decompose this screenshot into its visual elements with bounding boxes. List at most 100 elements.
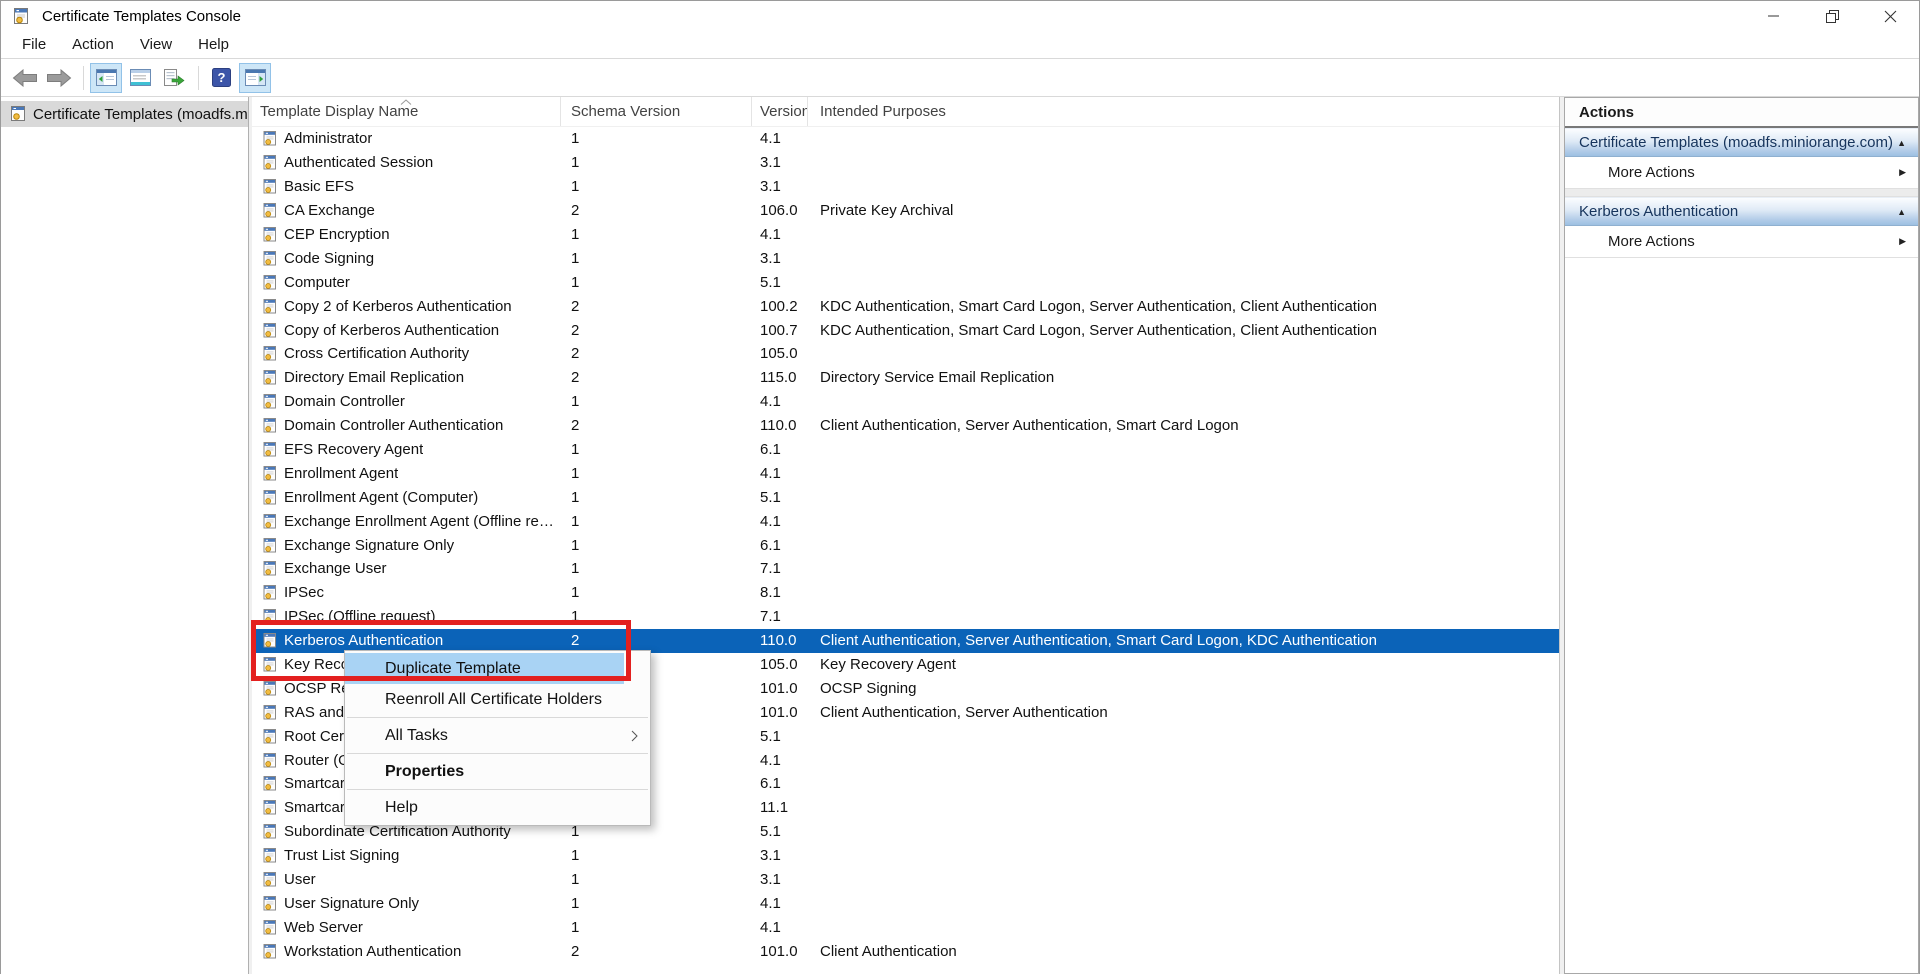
table-row[interactable]: CA Exchange 2 106.0 Private Key Archival (252, 199, 1559, 223)
table-row[interactable]: Exchange User 1 7.1 (252, 557, 1559, 581)
certificate-template-icon (262, 514, 277, 529)
table-row[interactable]: Web Server 1 4.1 (252, 915, 1559, 939)
menu-item-duplicate-template[interactable]: Duplicate Template (345, 653, 624, 684)
table-row[interactable]: Administrator 1 4.1 (252, 127, 1559, 151)
certificate-template-icon (262, 824, 277, 839)
sort-ascending-icon (400, 99, 412, 105)
table-row[interactable]: Exchange Enrollment Agent (Offline reque… (252, 509, 1559, 533)
table-row[interactable]: Workstation Authentication 2 101.0 Clien… (252, 939, 1559, 963)
certificate-templates-node-icon (10, 106, 26, 122)
show-action-pane-button[interactable] (239, 63, 271, 93)
table-row[interactable]: Code Signing 1 3.1 (252, 246, 1559, 270)
certificate-template-icon (262, 944, 277, 959)
window-controls (1745, 1, 1919, 31)
table-row[interactable]: User Signature Only 1 4.1 (252, 892, 1559, 916)
certificate-template-icon (262, 561, 277, 576)
tree-item-label: Certificate Templates (moadfs.mi (33, 106, 248, 123)
tree-item-certificate-templates[interactable]: Certificate Templates (moadfs.mi (1, 101, 248, 127)
properties-button[interactable] (124, 63, 156, 93)
actions-section-certificate-templates[interactable]: Certificate Templates (moadfs.miniorange… (1565, 128, 1918, 157)
certificate-template-icon (262, 776, 277, 791)
table-row[interactable]: Domain Controller Authentication 2 110.0… (252, 414, 1559, 438)
minimize-button[interactable] (1745, 1, 1803, 31)
certificate-template-icon (262, 585, 277, 600)
export-list-button[interactable] (158, 63, 190, 93)
title-bar: Certificate Templates Console (1, 1, 1919, 31)
forward-button[interactable] (43, 63, 75, 93)
table-row[interactable]: Directory Email Replication 2 115.0 Dire… (252, 366, 1559, 390)
table-row[interactable]: Basic EFS 1 3.1 (252, 175, 1559, 199)
column-header-intended-purposes[interactable]: Intended Purposes (808, 97, 1559, 126)
template-list: Administrator 1 4.1 Authenticated Sessio… (252, 127, 1559, 963)
collapse-arrow-icon[interactable]: ▲ (1897, 207, 1906, 217)
table-row[interactable]: Domain Controller 1 4.1 (252, 390, 1559, 414)
table-row[interactable]: Trust List Signing 1 3.1 (252, 844, 1559, 868)
content-area: Certificate Templates (moadfs.mi Templat… (1, 97, 1919, 974)
toolbar-separator (198, 66, 199, 90)
toolbar: ? (1, 59, 1919, 97)
more-actions-certificate-templates[interactable]: More Actions ▶ (1565, 157, 1918, 189)
back-arrow-icon (12, 69, 38, 87)
certificate-template-icon (262, 251, 277, 266)
table-row[interactable]: Authenticated Session 1 3.1 (252, 151, 1559, 175)
certificate-template-icon (262, 896, 277, 911)
menu-file[interactable]: File (9, 32, 59, 57)
submenu-arrow-icon: ▶ (1899, 167, 1906, 178)
table-row[interactable]: Enrollment Agent 1 4.1 (252, 461, 1559, 485)
certificate-template-icon (262, 442, 277, 457)
menu-view[interactable]: View (127, 32, 185, 57)
more-actions-kerberos-authentication[interactable]: More Actions ▶ (1565, 226, 1918, 258)
table-row[interactable]: CEP Encryption 1 4.1 (252, 223, 1559, 247)
certificate-template-icon (262, 681, 277, 696)
menu-separator (347, 717, 648, 718)
table-row[interactable]: Computer 1 5.1 (252, 270, 1559, 294)
certificate-template-icon (262, 705, 277, 720)
close-button[interactable] (1861, 1, 1919, 31)
menu-item-help[interactable]: Help (345, 792, 650, 823)
menu-help[interactable]: Help (185, 32, 242, 57)
table-row[interactable]: EFS Recovery Agent 1 6.1 (252, 438, 1559, 462)
actions-section-kerberos-authentication[interactable]: Kerberos Authentication ▲ (1565, 197, 1918, 226)
show-action-pane-icon (245, 69, 266, 86)
certificate-template-icon (262, 131, 277, 146)
certificate-template-icon (262, 299, 277, 314)
table-row[interactable]: IPSec (Offline request) 1 7.1 (252, 605, 1559, 629)
column-header-version[interactable]: Version (752, 97, 808, 126)
actions-pane-title: Actions (1565, 98, 1918, 128)
submenu-arrow-icon: ▶ (1899, 236, 1906, 247)
certificate-template-icon (262, 466, 277, 481)
restore-button[interactable] (1803, 1, 1861, 31)
table-row[interactable]: IPSec 1 8.1 (252, 581, 1559, 605)
menu-item-properties[interactable]: Properties (345, 756, 650, 787)
properties-icon (130, 69, 151, 86)
certificate-template-icon (262, 753, 277, 768)
table-row[interactable]: Exchange Signature Only 1 6.1 (252, 533, 1559, 557)
certificate-template-icon (262, 490, 277, 505)
menu-item-all-tasks[interactable]: All Tasks (345, 720, 650, 751)
svg-text:?: ? (217, 70, 225, 85)
column-header-schema-version[interactable]: Schema Version (561, 97, 752, 126)
table-row[interactable]: User 1 3.1 (252, 868, 1559, 892)
table-row[interactable]: Kerberos Authentication 2 110.0 Client A… (252, 629, 1559, 653)
menu-action[interactable]: Action (59, 32, 127, 57)
certificate-template-icon (262, 729, 277, 744)
toolbar-separator (83, 66, 84, 90)
certificate-template-icon (262, 848, 277, 863)
forward-arrow-icon (46, 69, 72, 87)
table-row[interactable]: Copy of Kerberos Authentication 2 100.7 … (252, 318, 1559, 342)
collapse-arrow-icon[interactable]: ▲ (1897, 138, 1906, 148)
table-row[interactable]: Cross Certification Authority 2 105.0 (252, 342, 1559, 366)
show-console-tree-button[interactable] (90, 63, 122, 93)
certificate-template-icon (262, 275, 277, 290)
export-list-icon (163, 69, 185, 87)
certificate-template-icon (262, 155, 277, 170)
table-row[interactable]: Copy 2 of Kerberos Authentication 2 100.… (252, 294, 1559, 318)
menu-item-reenroll-all-certificate-holders[interactable]: Reenroll All Certificate Holders (345, 684, 650, 715)
table-row[interactable]: Enrollment Agent (Computer) 1 5.1 (252, 485, 1559, 509)
help-icon: ? (212, 68, 231, 87)
list-header: Template Display Name Schema Version Ver… (252, 97, 1559, 127)
column-header-template-display-name[interactable]: Template Display Name (252, 97, 561, 126)
help-button[interactable]: ? (205, 63, 237, 93)
submenu-chevron-icon (631, 730, 638, 742)
back-button[interactable] (9, 63, 41, 93)
